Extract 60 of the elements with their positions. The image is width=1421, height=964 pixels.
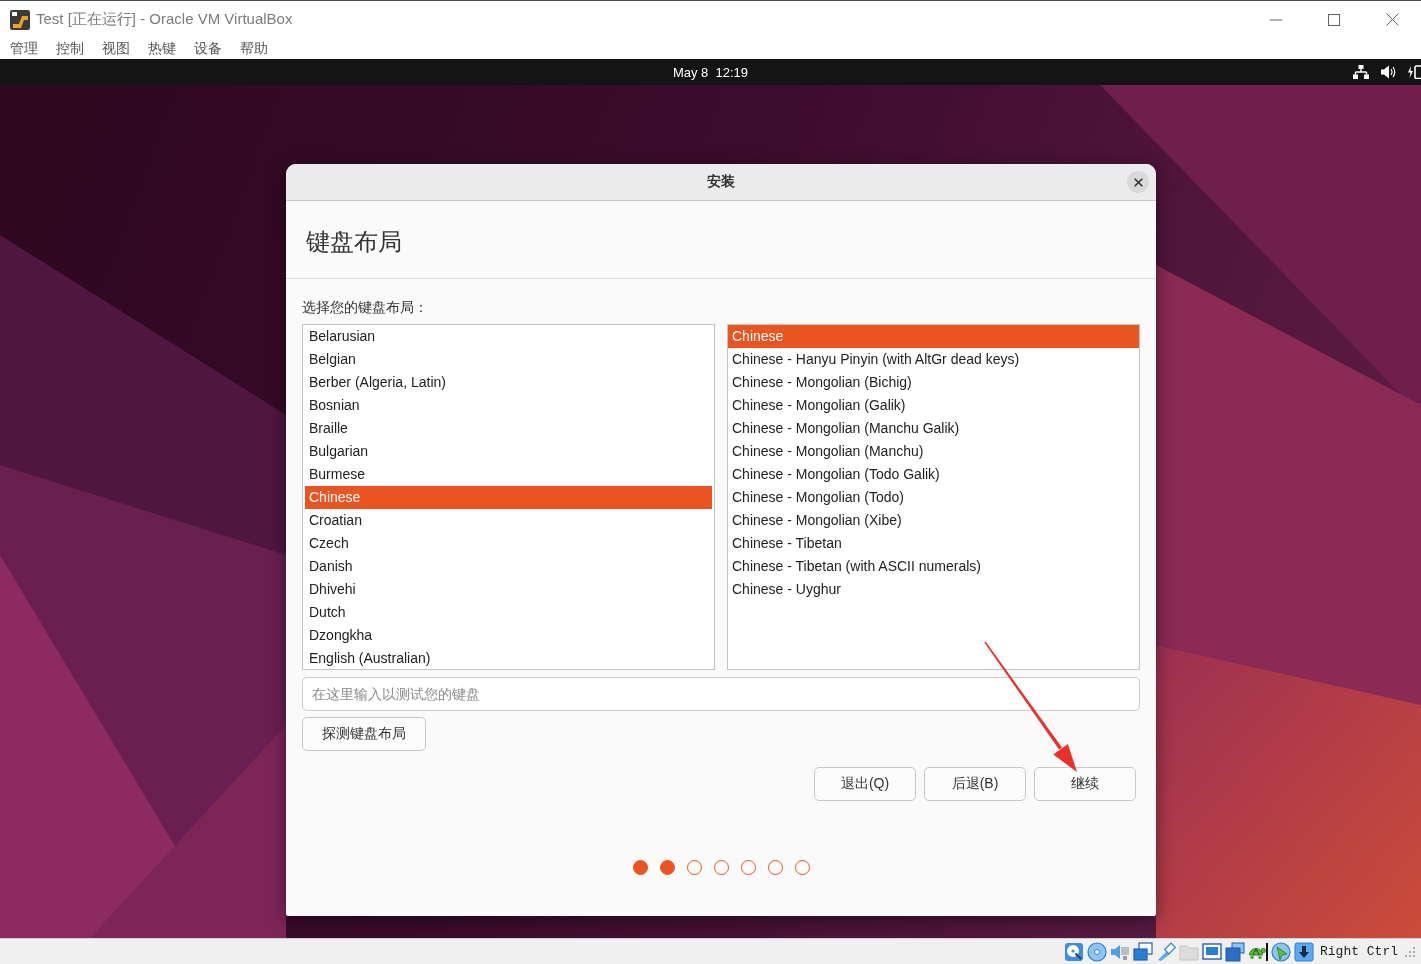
dialog-button[interactable]: 退出(Q) <box>814 767 916 801</box>
variant-item[interactable]: Chinese - Mongolian (Manchu Galik) <box>728 417 1139 440</box>
battery-icon <box>1408 65 1421 79</box>
menu-item[interactable]: 热键 <box>148 39 176 58</box>
layout-item[interactable]: Dutch <box>305 601 712 624</box>
menu-item[interactable]: 控制 <box>56 39 84 58</box>
network-icon <box>1353 65 1369 79</box>
layout-item[interactable]: Dhivehi <box>305 578 712 601</box>
variant-item[interactable]: Chinese <box>728 325 1139 348</box>
layout-item[interactable]: Chinese <box>305 486 712 509</box>
variant-item[interactable]: Chinese - Mongolian (Todo Galik) <box>728 463 1139 486</box>
dialog-button[interactable]: 后退(B) <box>924 767 1026 801</box>
layout-item[interactable]: Bosnian <box>305 394 712 417</box>
turtle-icon <box>1248 941 1268 962</box>
menu-item[interactable]: 管理 <box>10 39 38 58</box>
detect-layout-button[interactable]: 探测键盘布局 <box>302 717 426 751</box>
variant-item[interactable]: Chinese - Mongolian (Bichig) <box>728 371 1139 394</box>
variant-item[interactable]: Chinese - Mongolian (Todo) <box>728 486 1139 509</box>
close-icon <box>1385 13 1399 26</box>
variant-item[interactable]: Chinese - Mongolian (Manchu) <box>728 440 1139 463</box>
variant-item[interactable]: Chinese - Tibetan <box>728 532 1139 555</box>
layout-item[interactable]: Croatian <box>305 509 712 532</box>
layout-item[interactable]: Braille <box>305 417 712 440</box>
layout-item[interactable]: Belgian <box>305 348 712 371</box>
minimize-icon <box>1270 18 1282 21</box>
layout-item[interactable]: Berber (Algeria, Latin) <box>305 371 712 394</box>
close-button[interactable] <box>1127 171 1149 193</box>
variant-item[interactable]: Chinese - Hanyu Pinyin (with AltGr dead keys) <box>728 348 1139 371</box>
variant-item[interactable]: Chinese - Uyghur <box>728 578 1139 601</box>
display-icon <box>1202 941 1222 962</box>
layout-item[interactable]: Belarusian <box>305 325 712 348</box>
layout-item[interactable]: Dzongkha <box>305 624 712 647</box>
resize-grip-icon <box>1405 946 1415 957</box>
clock[interactable]: May 8 12:19 <box>672 64 749 80</box>
layout-item[interactable]: Czech <box>305 532 712 555</box>
close-icon <box>1133 177 1143 187</box>
menu-item[interactable]: 设备 <box>194 39 222 58</box>
disc-icon <box>1087 941 1107 962</box>
menu-item[interactable]: 视图 <box>102 39 130 58</box>
layout-item[interactable]: Burmese <box>305 463 712 486</box>
variant-item[interactable]: Chinese - Tibetan (with ASCII numerals) <box>728 555 1139 578</box>
dialog-title: 安装 <box>707 173 735 191</box>
layout-item[interactable]: Danish <box>305 555 712 578</box>
usb-icon <box>1156 941 1176 962</box>
variant-item[interactable]: Chinese - Mongolian (Xibe) <box>728 509 1139 532</box>
variant-item[interactable]: Chinese - Mongolian (Galik) <box>728 394 1139 417</box>
window-title: Test [正在运行] - Oracle VM VirtualBox <box>36 10 293 29</box>
layout-item[interactable]: Bulgarian <box>305 440 712 463</box>
dialog-button[interactable]: 继续 <box>1034 767 1136 801</box>
app-logo-icon <box>10 9 30 30</box>
input-field[interactable]: 在这里输入以测试您的键盘 <box>302 677 1140 711</box>
layout-item[interactable]: English (Australian) <box>305 647 712 669</box>
volume-icon <box>1381 65 1396 79</box>
maximize-icon <box>1328 13 1340 26</box>
prompt-label: 选择您的键盘布局： <box>302 298 428 317</box>
screens-icon <box>1133 941 1153 962</box>
menu-item[interactable]: 帮助 <box>240 39 268 58</box>
window-stack-icon <box>1225 941 1245 962</box>
page-heading: 键盘布局 <box>306 226 402 257</box>
host-key-label: Right Ctrl <box>1320 944 1398 959</box>
